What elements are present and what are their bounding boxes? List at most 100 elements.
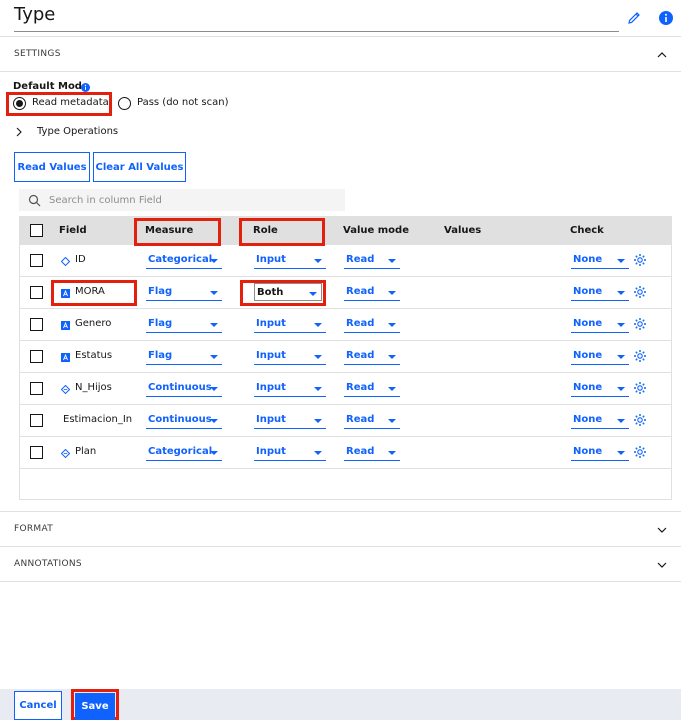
row-checkbox[interactable]: [30, 382, 43, 395]
caret-down-icon: [210, 387, 218, 391]
mora-role-highlight: [240, 280, 326, 306]
annotations-label: ANNOTATIONS: [14, 559, 82, 569]
col-value-mode[interactable]: Value mode: [343, 225, 409, 236]
pencil-icon[interactable]: [626, 10, 642, 26]
flag-icon: [61, 352, 70, 362]
gear-icon[interactable]: [633, 445, 647, 459]
select-all-checkbox[interactable]: [30, 224, 43, 237]
field-name: Estimacion_In: [63, 414, 133, 425]
default-mode-label: Default Mode: [13, 81, 89, 92]
clear-all-values-button[interactable]: Clear All Values: [93, 152, 186, 182]
pass-radio[interactable]: [118, 97, 131, 110]
gear-icon[interactable]: [633, 413, 647, 427]
caret-down-icon: [388, 259, 396, 263]
caret-down-icon: [210, 259, 218, 263]
measure-dropdown[interactable]: Categorical: [146, 443, 222, 461]
format-section-header[interactable]: FORMAT: [0, 511, 681, 547]
field-name: Plan: [75, 446, 97, 457]
caret-down-icon: [617, 259, 625, 263]
measure-column-highlight: [134, 218, 221, 246]
row-checkbox[interactable]: [30, 318, 43, 331]
field-name: N_Hijos: [75, 382, 112, 393]
role-dropdown[interactable]: Input: [254, 411, 326, 429]
read-values-button[interactable]: Read Values: [14, 152, 90, 182]
field-name: ID: [75, 254, 86, 265]
read-metadata-radio[interactable]: [13, 97, 26, 110]
settings-label: SETTINGS: [14, 49, 61, 59]
caret-down-icon: [314, 387, 322, 391]
measure-dropdown[interactable]: Flag: [146, 347, 222, 365]
caret-down-icon: [617, 387, 625, 391]
pass-label: Pass (do not scan): [137, 97, 229, 108]
diamond-icon: [60, 256, 71, 267]
continuous-icon: [60, 448, 71, 459]
value-mode-dropdown[interactable]: Read: [344, 443, 400, 461]
role-dropdown[interactable]: Input: [254, 315, 326, 333]
measure-dropdown[interactable]: Flag: [146, 283, 222, 301]
chevron-right-icon: [16, 127, 22, 137]
chevron-down-icon: [657, 562, 667, 568]
check-dropdown[interactable]: None: [571, 251, 629, 269]
caret-down-icon: [617, 291, 625, 295]
gear-icon[interactable]: [633, 317, 647, 331]
col-field[interactable]: Field: [59, 225, 87, 236]
value-mode-dropdown[interactable]: Read: [344, 379, 400, 397]
check-dropdown[interactable]: None: [571, 443, 629, 461]
chevron-down-icon: [657, 527, 667, 533]
caret-down-icon: [314, 451, 322, 455]
caret-down-icon: [314, 355, 322, 359]
gear-icon[interactable]: [633, 253, 647, 267]
col-values[interactable]: Values: [444, 225, 481, 236]
caret-down-icon: [314, 323, 322, 327]
row-checkbox[interactable]: [30, 414, 43, 427]
continuous-icon: [60, 384, 71, 395]
chevron-up-icon: [657, 52, 667, 58]
type-operations-label: Type Operations: [37, 126, 119, 137]
gear-icon[interactable]: [633, 285, 647, 299]
caret-down-icon: [617, 419, 625, 423]
check-dropdown[interactable]: None: [571, 411, 629, 429]
info-icon[interactable]: [658, 10, 674, 26]
measure-dropdown[interactable]: Continuous: [146, 411, 222, 429]
flag-icon: [61, 320, 70, 330]
caret-down-icon: [388, 451, 396, 455]
role-dropdown[interactable]: Input: [254, 251, 326, 269]
measure-dropdown[interactable]: Flag: [146, 315, 222, 333]
gear-icon[interactable]: [633, 349, 647, 363]
row-checkbox[interactable]: [30, 446, 43, 459]
caret-down-icon: [617, 323, 625, 327]
cancel-button[interactable]: Cancel: [14, 691, 62, 720]
row-checkbox[interactable]: [30, 350, 43, 363]
save-button[interactable]: Save: [75, 693, 115, 720]
value-mode-dropdown[interactable]: Read: [344, 411, 400, 429]
search-placeholder: Search in column Field: [49, 195, 162, 206]
value-mode-dropdown[interactable]: Read: [344, 315, 400, 333]
value-mode-dropdown[interactable]: Read: [344, 251, 400, 269]
check-dropdown[interactable]: None: [571, 283, 629, 301]
settings-section-header[interactable]: SETTINGS: [0, 36, 681, 72]
role-column-highlight: [239, 218, 325, 246]
measure-dropdown[interactable]: Continuous: [146, 379, 222, 397]
check-dropdown[interactable]: None: [571, 347, 629, 365]
role-dropdown[interactable]: Input: [254, 379, 326, 397]
caret-down-icon: [617, 451, 625, 455]
caret-down-icon: [210, 355, 218, 359]
value-mode-dropdown[interactable]: Read: [344, 347, 400, 365]
value-mode-dropdown[interactable]: Read: [344, 283, 400, 301]
info-icon[interactable]: [81, 82, 90, 92]
col-check[interactable]: Check: [570, 225, 604, 236]
row-checkbox[interactable]: [30, 254, 43, 267]
search-icon: [28, 194, 41, 207]
caret-down-icon: [210, 291, 218, 295]
role-dropdown[interactable]: Input: [254, 347, 326, 365]
measure-dropdown[interactable]: Categorical: [146, 251, 222, 269]
caret-down-icon: [314, 259, 322, 263]
role-dropdown[interactable]: Input: [254, 443, 326, 461]
row-divider: [19, 468, 672, 469]
gear-icon[interactable]: [633, 381, 647, 395]
row-checkbox[interactable]: [30, 286, 43, 299]
check-dropdown[interactable]: None: [571, 379, 629, 397]
check-dropdown[interactable]: None: [571, 315, 629, 333]
mora-field-highlight: [51, 280, 137, 306]
annotations-section-header[interactable]: ANNOTATIONS: [0, 546, 681, 582]
